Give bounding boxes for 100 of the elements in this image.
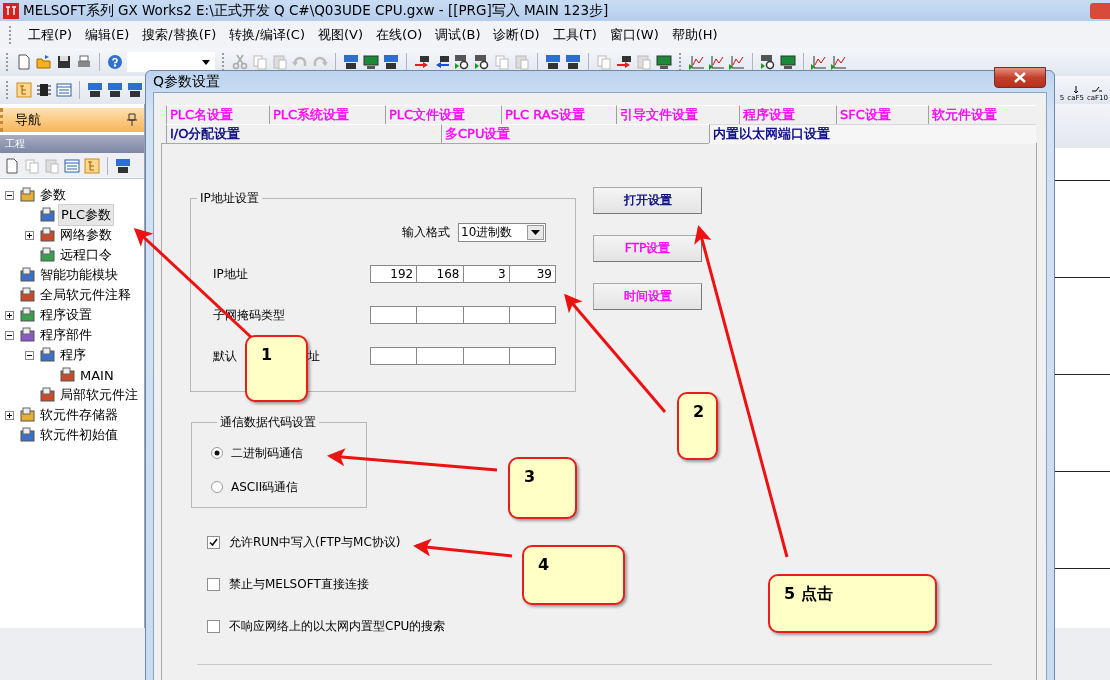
menu-item[interactable]: 诊断(D) (493, 25, 540, 44)
device-icon[interactable] (565, 54, 581, 70)
menu-item[interactable]: 工程(P) (28, 25, 72, 44)
tree-item[interactable]: 网络参数 (58, 225, 114, 245)
field-label: 输入格式 (402, 223, 450, 241)
minus-icon[interactable] (25, 350, 34, 360)
menu-item[interactable]: 工具(T) (552, 25, 597, 44)
callout: 3 (508, 457, 577, 519)
field-label: 址 (308, 347, 320, 365)
left-arrow-icon[interactable] (434, 54, 450, 70)
settings-button[interactable]: 打开设置 (593, 187, 702, 214)
minus-icon[interactable] (5, 190, 14, 200)
chart-icon[interactable] (709, 54, 725, 70)
radio-button[interactable] (211, 481, 223, 493)
tree-item[interactable]: 参数 (38, 185, 68, 205)
magnifier-icon[interactable] (474, 54, 490, 70)
tree-item[interactable]: PLC参数 (58, 204, 115, 226)
field-label: 默认 (213, 347, 237, 365)
panel-title: 导航 (15, 111, 41, 129)
tree-node-icon (20, 327, 36, 343)
tree-item[interactable]: 程序设置 (38, 305, 94, 325)
plus-icon[interactable] (5, 410, 14, 420)
menu-item[interactable]: 转换/编译(C) (229, 25, 305, 44)
tree-node-icon (20, 307, 36, 323)
minus-icon[interactable] (5, 330, 14, 340)
tree-item[interactable]: 局部软元件注 (58, 385, 140, 405)
list-icon[interactable] (64, 157, 80, 174)
list-icon[interactable] (56, 82, 72, 98)
radio-button[interactable] (211, 447, 223, 459)
menu-item[interactable]: 搜索/替换(F) (142, 25, 217, 44)
tree-item[interactable]: 全局软元件注释 (38, 285, 133, 305)
tab[interactable]: I/O分配设置 (166, 124, 441, 143)
device-icon[interactable] (383, 54, 399, 70)
checkbox-label: 不响应网络上的以太网内置型CPU的搜索 (229, 617, 446, 635)
checkbox-label: 禁止与MELSOFT直接连接 (229, 575, 369, 593)
tree-node-icon (20, 287, 36, 303)
tree-node-icon (20, 187, 36, 203)
print-icon[interactable] (76, 54, 92, 70)
right-arrow-icon[interactable] (414, 54, 430, 70)
dropdown-arrow-icon[interactable] (531, 229, 540, 235)
dialog-title: Q参数设置 (153, 72, 221, 91)
device-icon[interactable] (343, 54, 359, 70)
right-arrow-icon[interactable] (616, 54, 632, 70)
checkbox-label: 允许RUN中写入(FTP与MC协议) (229, 533, 401, 551)
combo-box[interactable] (127, 52, 215, 72)
menu-item[interactable]: 帮助(H) (671, 25, 718, 44)
tree-node-icon (40, 247, 56, 263)
plus-icon[interactable] (5, 310, 14, 320)
chart-icon[interactable] (831, 54, 847, 70)
new-file-icon[interactable] (16, 54, 32, 70)
screen-icon[interactable] (656, 54, 672, 70)
menu-item[interactable]: 编辑(E) (85, 25, 130, 44)
save-icon[interactable] (56, 54, 72, 70)
menu-item[interactable]: 窗口(W) (609, 25, 659, 44)
magnifier-icon[interactable] (454, 54, 470, 70)
tree-item[interactable]: 软元件初始值 (38, 425, 120, 445)
tree-node-icon (20, 267, 36, 283)
chip-icon[interactable] (36, 82, 52, 98)
format-dropdown[interactable]: 10进制数 (458, 222, 546, 242)
close-icon (1013, 71, 1027, 84)
tab[interactable]: 内置以太网端口设置 (709, 124, 1036, 143)
chart-icon[interactable] (689, 54, 705, 70)
option-label: 二进制码通信 (231, 444, 303, 462)
tree-node-icon (20, 407, 36, 423)
tree-item[interactable]: 程序部件 (38, 325, 94, 345)
tree-node-icon (20, 427, 36, 443)
device-icon[interactable] (107, 82, 123, 98)
magnifier-icon[interactable] (760, 54, 776, 70)
tree-node-icon (40, 347, 56, 363)
tree-item[interactable]: MAIN (78, 366, 116, 384)
device-icon[interactable] (127, 82, 143, 98)
screen-icon[interactable] (780, 54, 796, 70)
tree-item[interactable]: 智能功能模块 (38, 265, 120, 285)
window-title: MELSOFT系列 GX Works2 E:\正式开发 Q C#\Q03UDE CPU.gxw - [[PRG]写入 MAIN 123步] (23, 1, 609, 20)
tree-item[interactable]: 远程口令 (58, 245, 114, 265)
device-icon[interactable] (545, 54, 561, 70)
chart-icon[interactable] (811, 54, 827, 70)
contact-icon (1092, 86, 1103, 94)
device-icon[interactable] (87, 82, 103, 98)
plus-icon[interactable] (25, 230, 34, 240)
checkbox[interactable] (207, 619, 220, 633)
tree-item[interactable]: 程序 (58, 345, 88, 365)
pin-icon[interactable] (124, 112, 140, 128)
checkbox[interactable] (207, 535, 220, 549)
section-header: 工程 (0, 135, 144, 153)
menu-item[interactable]: 在线(O) (376, 25, 423, 44)
new-file-icon[interactable] (4, 157, 20, 174)
tree-node-icon (40, 207, 56, 223)
menu-item[interactable]: 调试(B) (435, 25, 481, 44)
chart-icon[interactable] (729, 54, 745, 70)
callout: 5 点击 (768, 574, 937, 633)
device-icon[interactable] (115, 157, 131, 174)
tree-icon[interactable] (84, 157, 100, 174)
menu-item[interactable]: 视图(V) (317, 25, 363, 44)
close-button[interactable] (994, 67, 1046, 88)
dropdown-arrow-icon[interactable] (201, 58, 211, 66)
checkbox[interactable] (207, 577, 220, 591)
screen-icon[interactable] (363, 54, 379, 70)
help-icon[interactable] (107, 54, 123, 70)
tree-item[interactable]: 软元件存储器 (38, 405, 120, 425)
